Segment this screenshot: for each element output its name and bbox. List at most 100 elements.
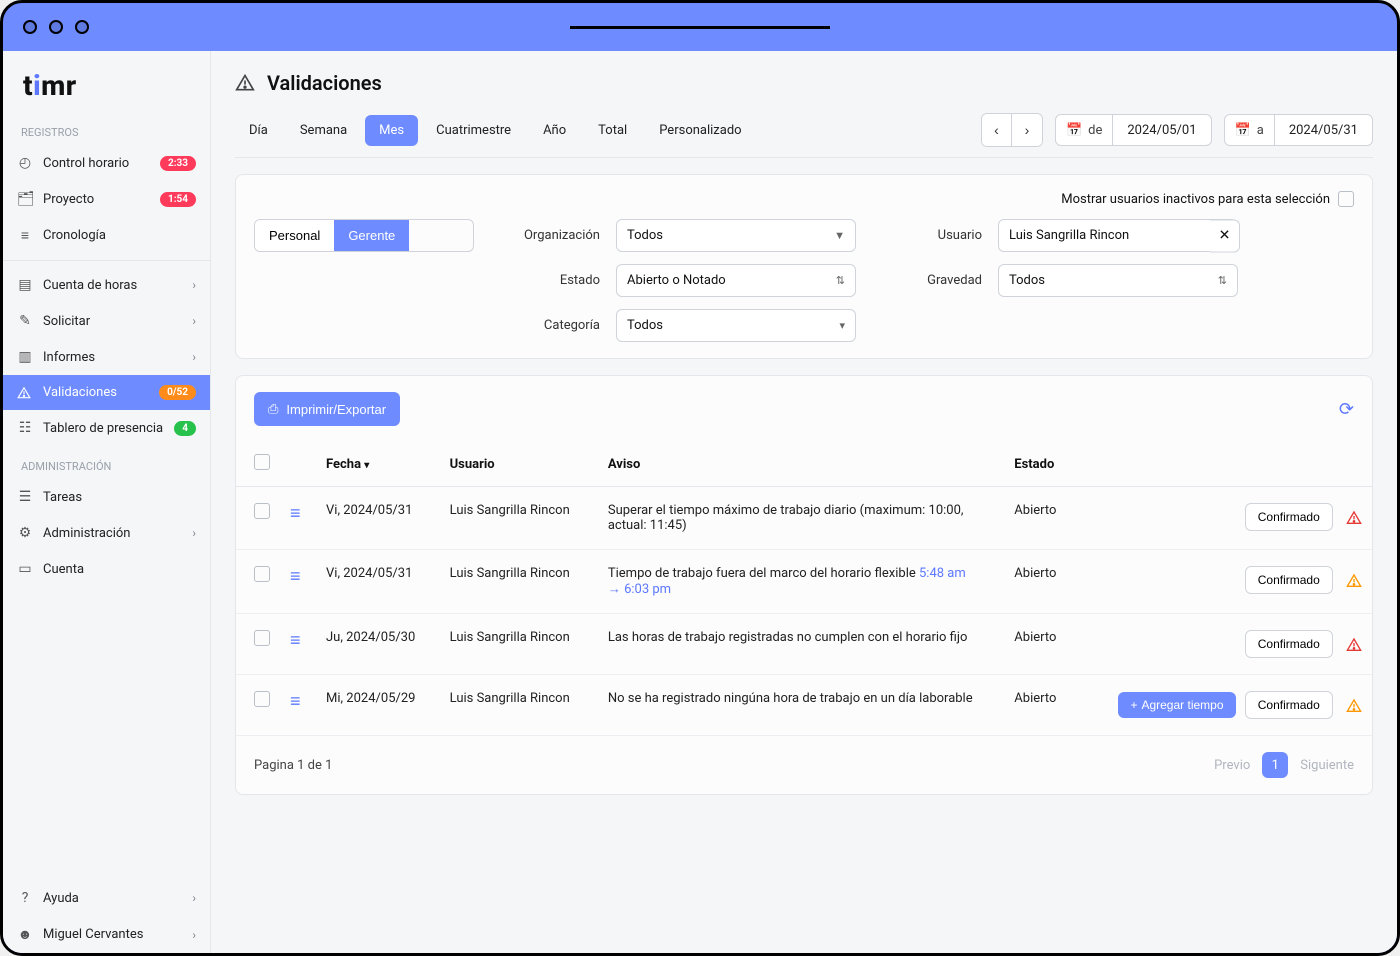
cell-estado: Abierto (1004, 614, 1074, 675)
timeline-icon: ≡ (17, 227, 33, 244)
th-fecha[interactable]: Fecha ▾ (316, 442, 440, 487)
row-checkbox[interactable] (254, 630, 270, 646)
inactive-users-checkbox[interactable] (1338, 191, 1354, 207)
warning-icon (235, 73, 255, 93)
tab-mes[interactable]: Mes (365, 115, 418, 146)
seg-personal[interactable]: Personal (255, 220, 334, 251)
select-value: Todos (627, 318, 663, 333)
tab-dia[interactable]: Día (235, 115, 282, 146)
th-aviso[interactable]: Aviso (598, 442, 1004, 487)
sidebar-item-proyecto[interactable]: 🗂 Proyecto 1:54 (3, 181, 210, 217)
sidebar-item-user[interactable]: ☻ Miguel Cervantes › (3, 916, 210, 953)
filter-gravedad-select[interactable]: Todos ⇅ (998, 264, 1238, 297)
date-to-box[interactable]: 📅a 2024/05/31 (1224, 114, 1373, 146)
sidebar-item-tareas[interactable]: ☰ Tareas (3, 479, 210, 515)
button-label: Imprimir/Exportar (286, 402, 386, 417)
sidebar-item-label: Solicitar (43, 314, 90, 329)
page-title: Validaciones (267, 71, 382, 95)
sort-desc-icon: ▾ (364, 460, 369, 471)
tab-total[interactable]: Total (584, 115, 641, 146)
pagination-page[interactable]: 1 (1262, 752, 1288, 778)
th-usuario[interactable]: Usuario (440, 442, 598, 487)
filter-user-input[interactable]: Luis Sangrilla Rincon (998, 219, 1238, 252)
sidebar-item-control-horario[interactable]: ◴ Control horario 2:33 (3, 145, 210, 181)
clear-user-button[interactable]: ✕ (1210, 219, 1240, 252)
tab-cuatrimestre[interactable]: Cuatrimestre (422, 115, 525, 146)
plus-icon: + (1130, 698, 1137, 712)
select-value: Luis Sangrilla Rincon (1009, 228, 1129, 243)
pagination-next[interactable]: Siguiente (1300, 758, 1354, 773)
seg-gerente[interactable]: Gerente (334, 220, 409, 251)
refresh-button[interactable]: ⟳ (1339, 399, 1354, 420)
sidebar-item-cronologia[interactable]: ≡ Cronología (3, 217, 210, 254)
sidebar-item-cuenta[interactable]: ▭ Cuenta (3, 551, 210, 587)
results-panel: ⎙ Imprimir/Exportar ⟳ Fecha ▾ Usuario Av… (235, 375, 1373, 795)
sidebar-section-admin: ADMINISTRACIÓN (3, 446, 210, 479)
sidebar-item-tablero[interactable]: ☷ Tablero de presencia 4 (3, 410, 210, 446)
sidebar-item-label: Tablero de presencia (43, 421, 163, 436)
sidebar-item-solicitar[interactable]: ✎ Solicitar › (3, 303, 210, 339)
th-estado[interactable]: Estado (1004, 442, 1074, 487)
cell-estado: Abierto (1004, 487, 1074, 550)
chevron-right-icon: › (192, 928, 196, 942)
row-menu-button[interactable]: ≡ (290, 566, 301, 587)
tab-semana[interactable]: Semana (286, 115, 361, 146)
sidebar-item-administracion[interactable]: ⚙ Administración › (3, 515, 210, 551)
cell-estado: Abierto (1004, 550, 1074, 614)
date-from-box[interactable]: 📅de 2024/05/01 (1055, 114, 1212, 146)
row-checkbox[interactable] (254, 691, 270, 707)
sidebar-item-label: Validaciones (43, 385, 117, 400)
chevron-right-icon: › (192, 350, 196, 364)
help-icon: ? (17, 890, 33, 906)
tab-personalizado[interactable]: Personalizado (645, 115, 755, 146)
confirm-button[interactable]: Confirmado (1245, 691, 1333, 719)
date-to-value: 2024/05/31 (1275, 123, 1372, 138)
reports-icon: ▥ (17, 349, 33, 365)
sidebar-item-label: Cronología (43, 228, 106, 243)
sidebar-item-ayuda[interactable]: ? Ayuda › (3, 880, 210, 916)
sidebar-item-label: Informes (43, 350, 95, 365)
date-from-label: de (1088, 123, 1102, 138)
add-time-button[interactable]: +Agregar tiempo (1118, 692, 1235, 718)
window-dot[interactable] (49, 20, 63, 34)
severity-red-icon (1346, 510, 1362, 526)
export-icon: ⎙ (268, 401, 278, 417)
request-icon: ✎ (17, 313, 33, 329)
filter-gravedad-label: Gravedad (872, 273, 982, 288)
chevron-right-icon: › (192, 278, 196, 292)
divider (3, 260, 210, 261)
confirm-button[interactable]: Confirmado (1245, 566, 1333, 594)
row-menu-button[interactable]: ≡ (290, 503, 301, 524)
time-link[interactable]: 5:48 am (919, 566, 966, 581)
presence-icon: ☷ (17, 420, 33, 436)
cell-aviso: Superar el tiempo máximo de trabajo diar… (598, 487, 1004, 550)
sidebar-item-cuenta-horas[interactable]: ▤ Cuenta de horas › (3, 267, 210, 303)
prev-period-button[interactable]: ‹ (982, 114, 1012, 146)
next-period-button[interactable]: › (1012, 114, 1042, 146)
window-dot[interactable] (75, 20, 89, 34)
tab-anio[interactable]: Año (529, 115, 580, 146)
row-menu-button[interactable]: ≡ (290, 691, 301, 712)
filter-estado-select[interactable]: Abierto o Notado ⇅ (616, 264, 856, 297)
confirm-button[interactable]: Confirmado (1245, 503, 1333, 531)
sidebar: timr REGISTROS ◴ Control horario 2:33 🗂 … (3, 51, 211, 953)
filter-categoria-select[interactable]: Todos ▾ (616, 309, 856, 342)
date-to-label: a (1257, 123, 1264, 138)
confirm-button[interactable]: Confirmado (1245, 630, 1333, 658)
pagination-prev[interactable]: Previo (1214, 758, 1250, 773)
print-export-button[interactable]: ⎙ Imprimir/Exportar (254, 392, 400, 426)
row-menu-button[interactable]: ≡ (290, 630, 301, 651)
select-all-checkbox[interactable] (254, 454, 270, 470)
sidebar-item-label: Proyecto (43, 192, 94, 207)
card-icon: ▭ (17, 561, 33, 577)
sidebar-item-validaciones[interactable]: Validaciones 0/52 (3, 375, 210, 410)
row-checkbox[interactable] (254, 503, 270, 519)
window-dot[interactable] (23, 20, 37, 34)
time-link[interactable]: → 6:03 pm (608, 582, 671, 597)
badge: 0/52 (159, 385, 196, 400)
row-checkbox[interactable] (254, 566, 270, 582)
filter-estado-label: Estado (490, 273, 600, 288)
cell-usuario: Luis Sangrilla Rincon (440, 614, 598, 675)
filter-org-select[interactable]: Todos ▼ (616, 219, 856, 252)
sidebar-item-informes[interactable]: ▥ Informes › (3, 339, 210, 375)
